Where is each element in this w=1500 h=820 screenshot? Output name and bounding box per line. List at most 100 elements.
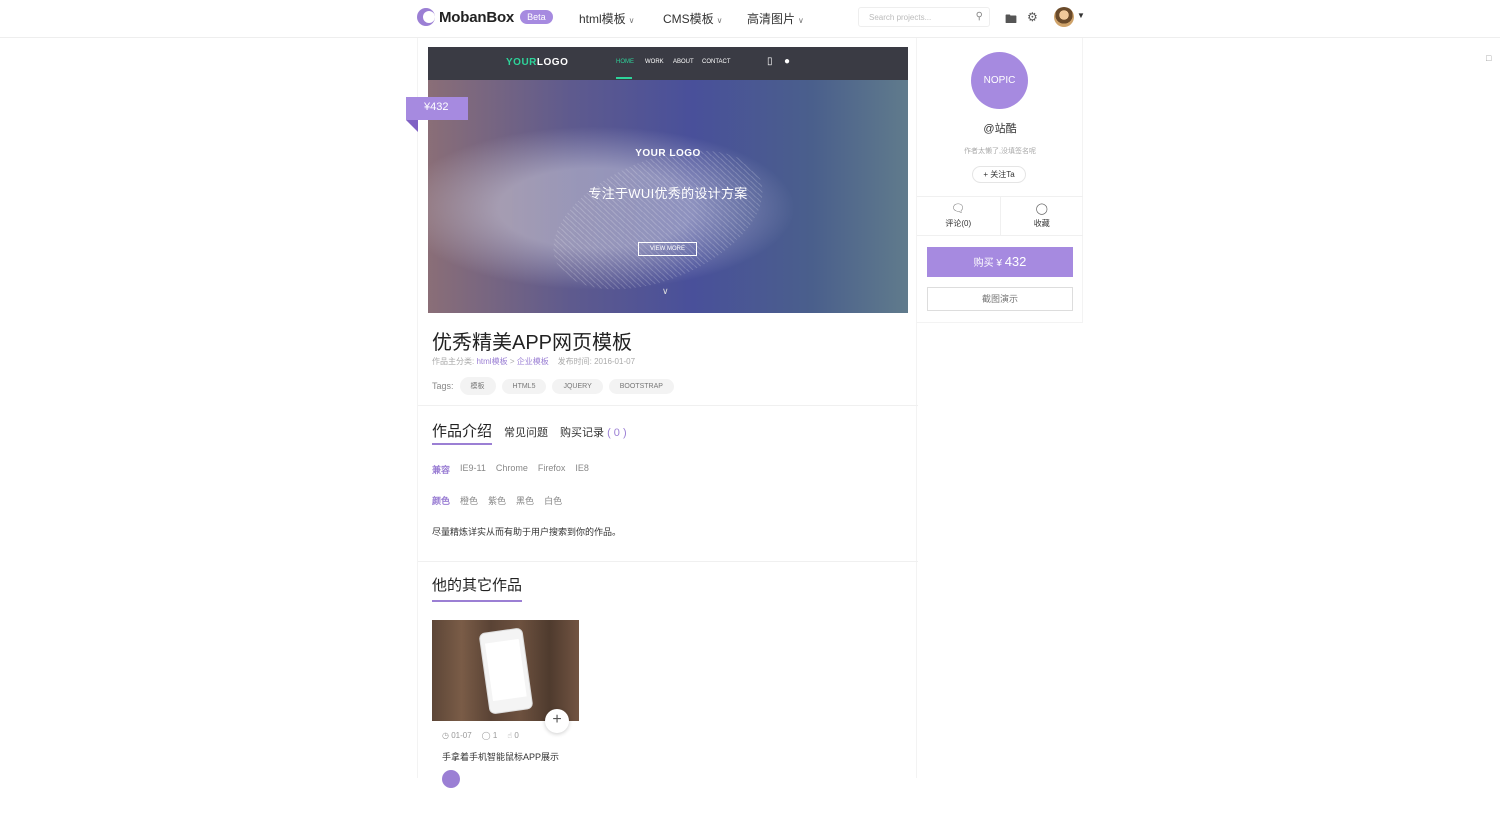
color-row: 颜色 橙色 紫色 黑色 白色	[432, 494, 562, 507]
tag-list: Tags: 模板 HTML5 JQUERY BOOTSTRAP	[432, 377, 674, 395]
search-input[interactable]: Search projects... ⚲	[858, 7, 990, 27]
category-link-html[interactable]: html模板	[476, 357, 507, 366]
compat-item: Chrome	[495, 463, 528, 473]
color-label: 颜色	[432, 496, 451, 506]
nav-label: CMS模板	[663, 12, 714, 26]
preview-slogan: 专注于WUI优秀的设计方案	[588, 186, 748, 201]
color-item: 橙色	[460, 496, 479, 506]
work-title[interactable]: 手拿着手机智能鼠标APP展示	[442, 750, 559, 763]
tab-records-label: 购买记录	[560, 427, 605, 439]
gear-icon[interactable]: ⚙	[1027, 10, 1038, 24]
clock-icon: ◷ 01-07	[442, 731, 472, 740]
records-count: ( 0 )	[607, 427, 627, 439]
comment-icon: 🗨	[951, 203, 966, 215]
author-sidebar: NOPIC @站酷 作者太懒了,没填签名呢 + 关注Ta 🗨 评论(0) ◯ 收…	[917, 38, 1083, 323]
preview-menu-home: HOME	[616, 59, 634, 65]
preview-brand: YOUR LOGO	[635, 148, 701, 159]
search-placeholder: Search projects...	[869, 13, 932, 22]
category-label: 作品主分类:	[432, 357, 475, 366]
chevron-down-icon: ∨	[716, 16, 723, 25]
shirt-icon[interactable]: □	[1486, 53, 1491, 63]
preview-view-more: VIEW MORE	[638, 242, 697, 256]
logo-text: MobanBox	[439, 8, 515, 26]
page-title: 优秀精美APP网页模板	[432, 332, 633, 354]
category-link-enterprise[interactable]: 企业模板	[517, 357, 549, 366]
author-name[interactable]: @站酷	[917, 120, 1083, 136]
follow-button[interactable]: + 关注Ta	[972, 166, 1026, 183]
phone-image	[478, 627, 534, 715]
color-item: 紫色	[488, 496, 507, 506]
tag-chip[interactable]: JQUERY	[552, 378, 603, 394]
work-card[interactable]: + ◷ 01-07 ◯ 1 ☝ 0 手拿着手机智能鼠标APP展示	[432, 620, 580, 820]
compat-item: IE8	[575, 463, 589, 473]
preview-menu-work: WORK	[645, 59, 664, 65]
color-item: 白色	[544, 496, 563, 506]
top-navbar: MobanBox Beta html模板 ∨ CMS模板 ∨ 高清图片 ∨ Searc…	[0, 0, 1500, 38]
comment-label: 评论(0)	[945, 219, 972, 228]
tag-chip[interactable]: 模板	[459, 377, 496, 395]
work-likes: 0	[514, 731, 519, 740]
demo-button[interactable]: 截图演示	[927, 287, 1073, 311]
nav-label: html模板	[579, 12, 626, 26]
main-content: YOURLOGO HOME WORK ABOUT CONTACT ▯ ● YOU…	[406, 38, 918, 788]
user-avatar[interactable]	[1054, 7, 1074, 27]
nav-html-templates[interactable]: html模板 ∨	[579, 10, 635, 27]
author-avatar[interactable]	[442, 770, 460, 788]
preview-menu-contact: CONTACT	[702, 59, 731, 65]
color-item: 黑色	[516, 496, 535, 506]
work-date: 01-07	[451, 731, 472, 740]
caret-down-icon[interactable]: ▼	[1077, 11, 1085, 20]
buy-button[interactable]: 购买 ¥ 432	[927, 247, 1073, 277]
preview-navbar: YOURLOGO HOME WORK ABOUT CONTACT ▯ ●	[428, 47, 908, 80]
beta-badge: Beta	[520, 10, 553, 24]
tag-chip[interactable]: HTML5	[501, 378, 547, 394]
price-ribbon: ¥432	[406, 97, 468, 132]
favorite-button[interactable]: ◯ 收藏	[1001, 197, 1084, 235]
preview-logo: YOURLOGO	[506, 57, 569, 68]
like-icon: ☝ 0	[507, 731, 519, 740]
mobile-icon: ▯	[767, 56, 773, 67]
search-icon[interactable]: ⚲	[976, 11, 983, 22]
date-label: 发布时间:	[557, 357, 592, 366]
publish-date: 2016-01-07	[594, 357, 636, 366]
work-comments: 1	[492, 731, 498, 740]
chevron-down-icon: ∨	[628, 16, 635, 25]
work-thumbnail[interactable]	[432, 620, 579, 721]
favorite-label: 收藏	[1033, 219, 1050, 228]
comment-button[interactable]: 🗨 评论(0)	[917, 197, 1001, 235]
chevron-down-icon: ∨	[798, 16, 804, 25]
stats-row: 🗨 评论(0) ◯ 收藏	[917, 196, 1083, 236]
divider	[418, 561, 918, 562]
comment-icon: ◯ 1	[481, 731, 498, 740]
site-logo[interactable]: MobanBox Beta	[417, 8, 553, 26]
chevron-down-icon: ∨	[662, 286, 669, 296]
tab-faq[interactable]: 常见问题	[504, 424, 548, 440]
divider	[418, 405, 918, 406]
nav-cms-templates[interactable]: CMS模板 ∨	[663, 10, 723, 27]
preview-menu-about: ABOUT	[673, 59, 694, 65]
tags-label: Tags:	[432, 381, 454, 391]
qq-icon: ●	[784, 56, 791, 67]
compat-row: 兼容 IE9-11 Chrome Firefox IE8	[432, 463, 589, 476]
author-avatar[interactable]: NOPIC	[971, 52, 1028, 109]
tab-records[interactable]: 购买记录 ( 0 )	[560, 424, 627, 440]
nav-hd-images[interactable]: 高清图片 ∨	[747, 10, 804, 27]
template-preview[interactable]: YOURLOGO HOME WORK ABOUT CONTACT ▯ ● YOU…	[428, 47, 908, 313]
tag-icon: ◯	[1035, 203, 1048, 215]
category-separator: >	[509, 357, 515, 366]
preview-banner: YOUR LOGO 专注于WUI优秀的设计方案 VIEW MORE ∨	[428, 80, 908, 313]
preview-active-underline	[616, 77, 632, 79]
compat-label: 兼容	[432, 465, 451, 475]
buy-amount: 432	[1004, 254, 1027, 269]
logo-icon	[417, 8, 435, 26]
tag-chip[interactable]: BOOTSTRAP	[608, 378, 674, 394]
work-meta: ◷ 01-07 ◯ 1 ☝ 0	[442, 731, 519, 740]
compat-item: IE9-11	[460, 463, 486, 473]
folder-icon[interactable]: 🖿	[1005, 10, 1017, 31]
item-description: 尽量精炼详实从而有助于用户搜索到你的作品。	[432, 527, 622, 537]
add-button[interactable]: +	[545, 709, 569, 733]
nav-label: 高清图片	[747, 12, 796, 26]
tab-intro[interactable]: 作品介绍	[432, 420, 493, 445]
author-signature: 作者太懒了,没填签名呢	[964, 148, 1036, 155]
buy-label: 购买 ¥	[973, 258, 1002, 269]
